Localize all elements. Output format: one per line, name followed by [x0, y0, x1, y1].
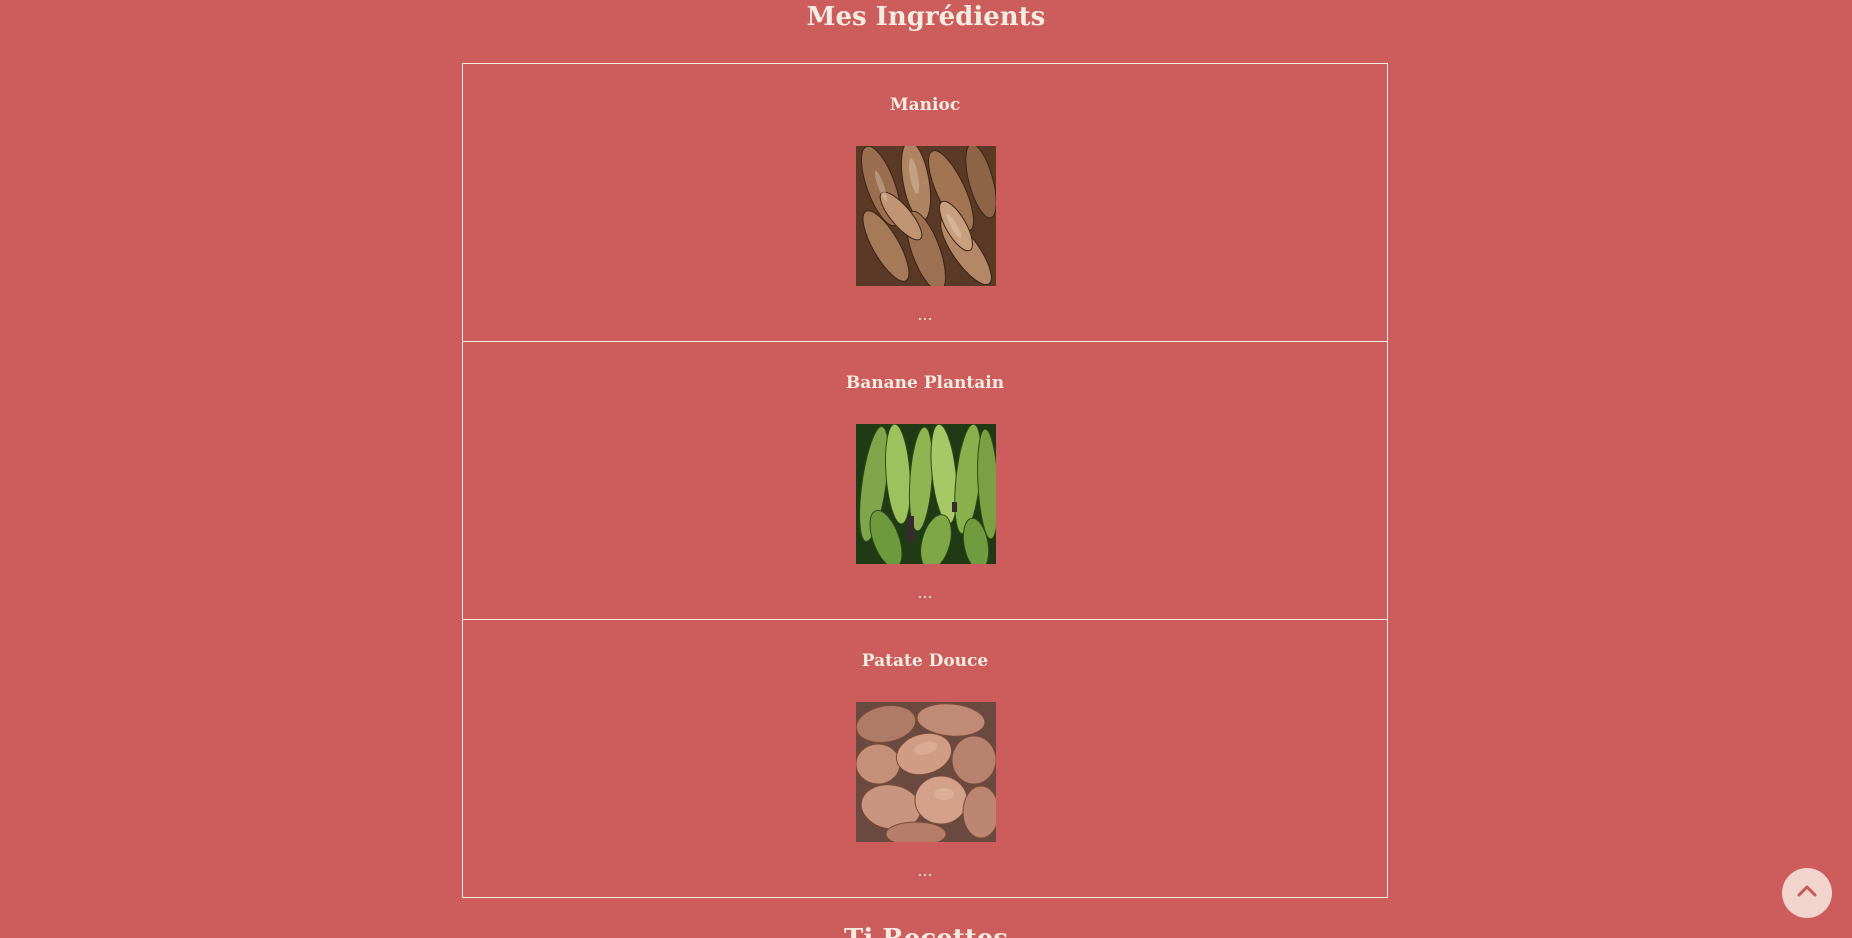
- ingredient-name: Manioc: [889, 95, 961, 115]
- ingredient-card-patate-douce[interactable]: Patate Douce ...: [462, 619, 1388, 898]
- sweet-potato-image: [856, 702, 996, 842]
- back-to-top-button[interactable]: [1782, 868, 1832, 918]
- next-section-title: Ti Recettes: [0, 924, 1852, 938]
- plantain-image: [856, 424, 996, 564]
- ingredient-card-banane-plantain[interactable]: Banane Plantain ...: [462, 341, 1388, 620]
- ingredient-more: ...: [917, 583, 933, 602]
- ingredient-more: ...: [917, 861, 933, 880]
- ingredient-name: Banane Plantain: [845, 373, 1005, 393]
- page: Mes Ingrédients Manioc ... Banane Planta…: [0, 0, 1852, 938]
- ingredient-card-manioc[interactable]: Manioc ...: [462, 63, 1388, 342]
- ingredient-list: Manioc ... Banane Plantain ... Patate Do…: [462, 63, 1388, 898]
- ingredient-more: ...: [917, 305, 933, 324]
- chevron-up-icon: [1796, 880, 1818, 906]
- cassava-image: [856, 146, 996, 286]
- page-title: Mes Ingrédients: [806, 2, 1046, 32]
- ingredient-name: Patate Douce: [861, 651, 989, 671]
